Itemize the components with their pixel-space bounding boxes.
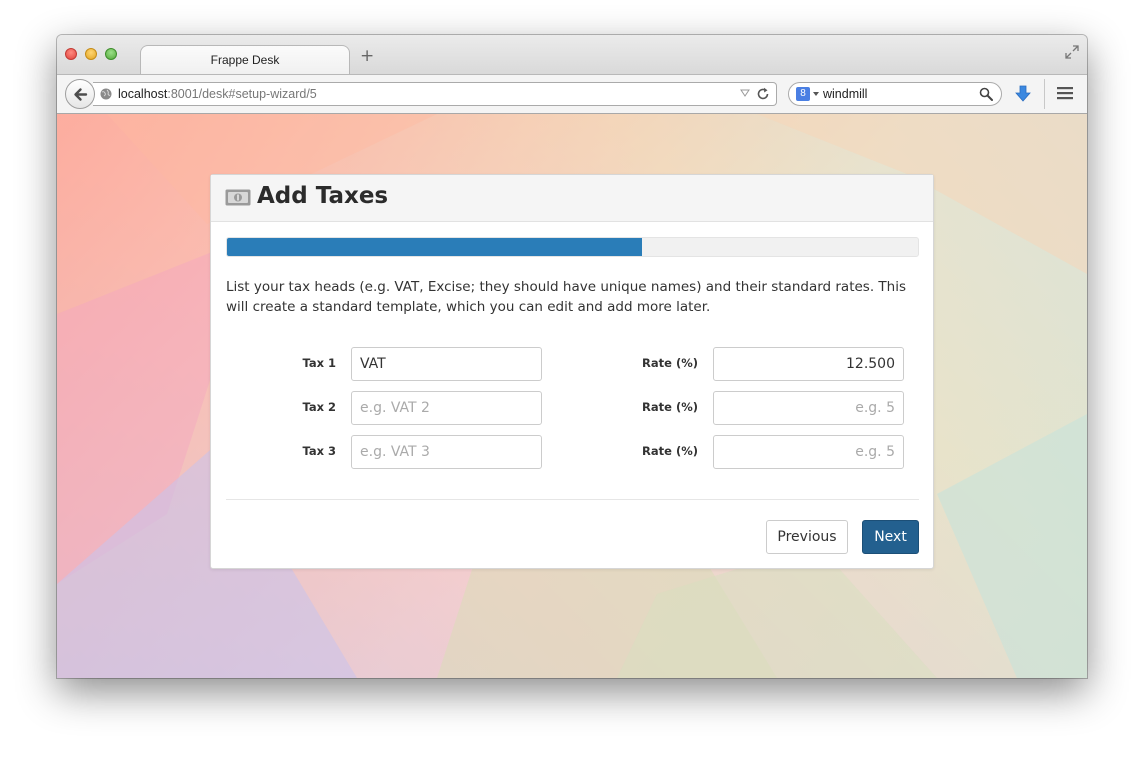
toolbar-separator [1044,79,1045,109]
tax-3-input[interactable]: e.g. VAT 3 [351,435,542,469]
url-path: :8001/desk#setup-wizard/5 [167,87,317,101]
search-icon[interactable] [979,87,993,101]
setup-wizard-card: Add Taxes List your tax heads (e.g. VAT,… [210,174,934,569]
fullscreen-icon[interactable] [1065,45,1079,59]
rate-label: Rate (%) [642,444,698,458]
tax-row: Tax 1 VAT Rate (%) 12.500 [211,347,933,381]
search-engine-caret-icon[interactable] [813,92,819,96]
footer-divider [226,499,919,500]
tax-row: Tax 2 e.g. VAT 2 Rate (%) e.g. 5 [211,391,933,425]
zoom-window-button[interactable] [105,48,117,60]
search-text: windmill [823,87,868,101]
tax-1-input[interactable]: VAT [351,347,542,381]
back-button[interactable] [65,79,95,109]
close-window-button[interactable] [65,48,77,60]
browser-window: Frappe Desk + localhost:8001/desk#setup-… [57,35,1087,678]
title-bar: Frappe Desk + [57,35,1087,75]
page-title: Add Taxes [257,183,389,209]
url-text: localhost:8001/desk#setup-wizard/5 [118,87,317,101]
rate-1-input[interactable]: 12.500 [713,347,904,381]
intro-text: List your tax heads (e.g. VAT, Excise; t… [226,279,907,315]
reload-icon[interactable] [756,87,770,101]
page-content: Add Taxes List your tax heads (e.g. VAT,… [57,114,1087,678]
rate-label: Rate (%) [642,400,698,414]
browser-tab[interactable]: Frappe Desk [140,45,350,75]
rate-2-input[interactable]: e.g. 5 [713,391,904,425]
download-icon[interactable] [1015,84,1031,104]
globe-icon [100,88,112,100]
next-button[interactable]: Next [862,520,919,554]
search-engine-icon[interactable]: 8 [796,87,810,101]
tax-label: Tax 3 [302,444,336,458]
progress-fill [227,238,642,256]
search-bar[interactable]: 8 windmill [788,82,1002,106]
tax-label: Tax 2 [302,400,336,414]
money-icon [225,189,251,206]
tax-2-input[interactable]: e.g. VAT 2 [351,391,542,425]
back-arrow-icon [74,88,88,101]
previous-button[interactable]: Previous [766,520,848,554]
history-dropdown-icon[interactable] [740,88,750,98]
url-host: localhost [118,87,168,101]
navigation-toolbar: localhost:8001/desk#setup-wizard/5 8 win… [57,74,1087,114]
progress-bar [226,237,919,257]
rate-3-input[interactable]: e.g. 5 [713,435,904,469]
new-tab-button[interactable]: + [360,48,374,65]
menu-icon[interactable] [1057,86,1073,100]
url-bar[interactable]: localhost:8001/desk#setup-wizard/5 [93,82,777,106]
minimize-window-button[interactable] [85,48,97,60]
tax-row: Tax 3 e.g. VAT 3 Rate (%) e.g. 5 [211,435,933,469]
tab-title: Frappe Desk [210,53,280,67]
tax-label: Tax 1 [302,356,336,370]
card-header: Add Taxes [211,175,933,222]
rate-label: Rate (%) [642,356,698,370]
